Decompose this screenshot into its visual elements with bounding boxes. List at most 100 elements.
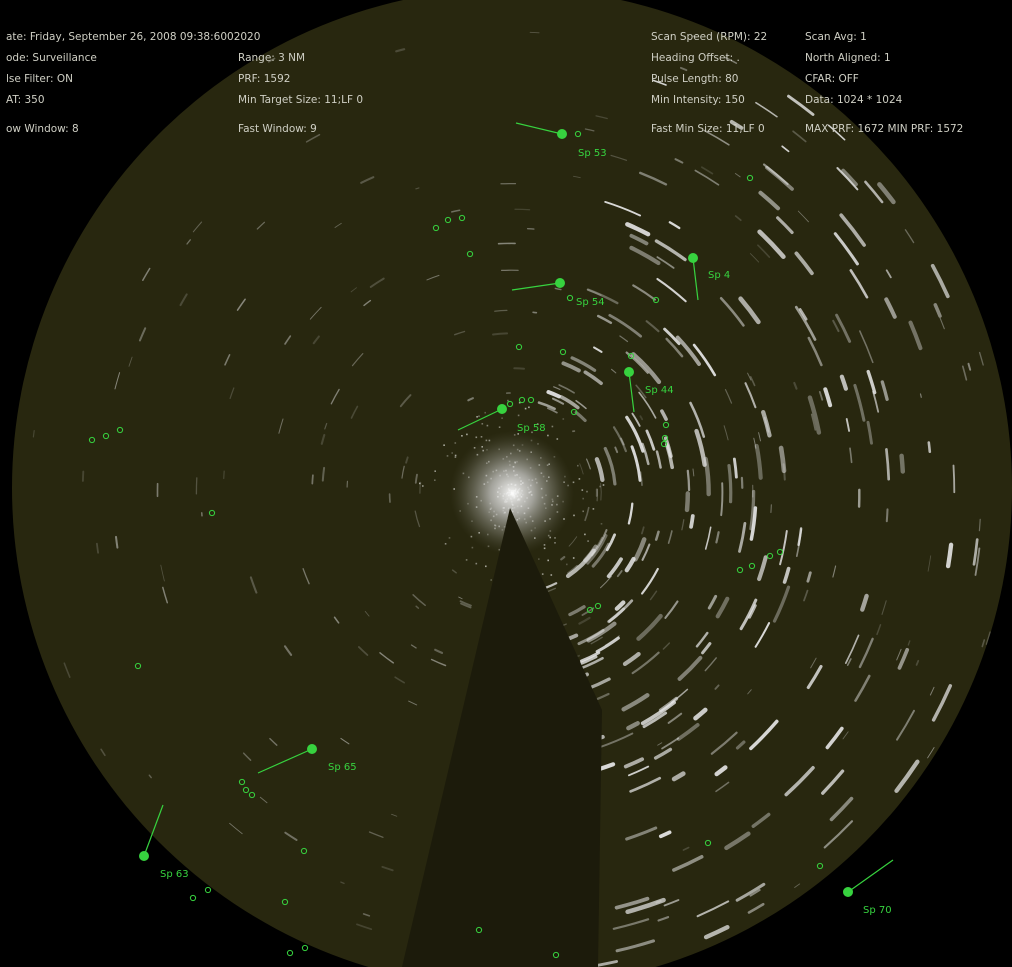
echo-return <box>321 466 326 482</box>
echo-return <box>494 309 508 312</box>
status-north-aligned: North Aligned: 1 <box>805 52 891 64</box>
status-column-2: Range: 3 NM PRF: 1592 Min Target Size: 1… <box>238 52 363 136</box>
status-mode: ode: Surveillance <box>6 52 97 64</box>
clutter-speckle <box>444 543 447 545</box>
clutter-speckle <box>592 508 595 510</box>
track-label-sp-65: Sp 65 <box>328 762 357 773</box>
echo-return <box>311 474 314 485</box>
echo-return <box>513 367 525 370</box>
status-prf-limits: MAX PRF: 1672 MIN PRF: 1572 <box>805 123 964 135</box>
clutter-speckle <box>587 540 589 542</box>
clutter-speckle <box>446 455 449 457</box>
status-pulse-length: Pulse Length: 80 <box>651 73 739 85</box>
clutter-speckle <box>524 407 527 410</box>
clutter-speckle <box>550 574 553 576</box>
track-marker-sp-44[interactable] <box>624 367 634 377</box>
clutter-speckle <box>572 430 574 433</box>
echo-return <box>223 470 225 480</box>
clutter-speckle <box>602 484 605 486</box>
echo-return <box>945 542 954 569</box>
track-marker-sp-63[interactable] <box>139 851 149 861</box>
clutter-speckle <box>454 456 457 458</box>
status-heading-offset: Heading Offset: . <box>651 52 740 64</box>
clutter-speckle <box>465 559 468 561</box>
clutter-speckle <box>556 438 559 440</box>
clutter-speckle <box>484 411 486 414</box>
clutter-speckle <box>507 399 509 402</box>
clutter-speckle <box>461 435 463 437</box>
clutter-speckle <box>481 423 484 425</box>
clutter-speckle <box>562 418 565 420</box>
echo-return <box>492 332 509 336</box>
clutter-speckle <box>577 464 579 467</box>
status-fast-min-size: Fast Min Size: 11;LF 0 <box>651 123 765 135</box>
clutter-speckle <box>451 452 453 454</box>
status-column-1: ate: Friday, September 26, 2008 09:38:60… <box>6 31 260 136</box>
echo-return <box>684 491 691 513</box>
clutter-speckle <box>485 565 487 568</box>
track-label-sp-4: Sp 4 <box>708 270 731 281</box>
clutter-speckle <box>475 562 478 565</box>
echo-return <box>927 441 932 453</box>
echo-return <box>952 464 956 494</box>
track-history-marker <box>189 894 197 902</box>
clutter-speckle <box>501 417 503 419</box>
clutter-speckle <box>578 478 581 480</box>
echo-return <box>655 900 662 904</box>
echo-return <box>899 453 906 474</box>
status-scan-speed: Scan Speed (RPM): 22 <box>651 31 768 43</box>
echo-return <box>114 535 119 549</box>
echo-return <box>727 463 733 504</box>
clutter-speckle <box>454 442 457 444</box>
track-label-sp-44: Sp 44 <box>645 385 674 396</box>
clutter-speckle <box>547 434 549 437</box>
echo-return <box>689 514 695 529</box>
track-history-marker <box>301 944 309 952</box>
track-vector-sp-70 <box>847 859 894 893</box>
echo-return <box>770 504 773 514</box>
echo-return <box>885 508 889 523</box>
echo-return <box>686 469 691 492</box>
clutter-speckle <box>582 497 584 500</box>
track-marker-sp-4[interactable] <box>688 253 698 263</box>
track-marker-sp-54[interactable] <box>555 278 565 288</box>
clutter-speckle <box>528 406 530 409</box>
status-min-intensity: Min Intensity: 150 <box>651 94 745 106</box>
clutter-speckle <box>547 559 549 562</box>
clutter-speckle <box>480 436 483 438</box>
clutter-speckle <box>543 547 546 550</box>
track-marker-sp-65[interactable] <box>307 744 317 754</box>
radar-scope[interactable] <box>0 0 1012 967</box>
echo-return <box>414 473 418 484</box>
status-range: Range: 3 NM <box>238 52 306 64</box>
echo-return <box>529 31 540 34</box>
clutter-speckle <box>581 489 584 491</box>
clutter-speckle <box>582 510 584 513</box>
echo-return <box>514 208 531 211</box>
status-column-3: Scan Speed (RPM): 22 Heading Offset: . P… <box>651 31 767 136</box>
status-scan-avg: Scan Avg: 1 <box>805 31 867 43</box>
clutter-speckle <box>475 436 478 439</box>
clutter-speckle <box>586 490 588 493</box>
clutter-speckle <box>466 433 468 436</box>
clutter-speckle <box>434 479 436 481</box>
clutter-speckle <box>486 424 489 427</box>
clutter-speckle <box>573 514 575 517</box>
track-marker-sp-53[interactable] <box>557 129 567 139</box>
clutter-speckle <box>551 425 554 428</box>
echo-return <box>782 463 786 481</box>
status-prf: PRF: 1592 <box>238 73 291 85</box>
clutter-speckle <box>476 416 478 418</box>
status-column-4: Scan Avg: 1 North Aligned: 1 CFAR: OFF D… <box>805 31 963 136</box>
clutter-speckle <box>471 546 474 549</box>
clutter-speckle <box>517 414 520 417</box>
track-label-sp-54: Sp 54 <box>576 297 605 308</box>
track-marker-sp-58[interactable] <box>497 404 507 414</box>
clutter-speckle <box>490 579 492 581</box>
clutter-speckle <box>584 533 586 536</box>
clutter-speckle <box>498 426 501 428</box>
track-history-marker <box>204 886 212 894</box>
track-label-sp-70: Sp 70 <box>863 905 892 916</box>
track-marker-sp-70[interactable] <box>843 887 853 897</box>
clutter-speckle <box>572 557 575 559</box>
